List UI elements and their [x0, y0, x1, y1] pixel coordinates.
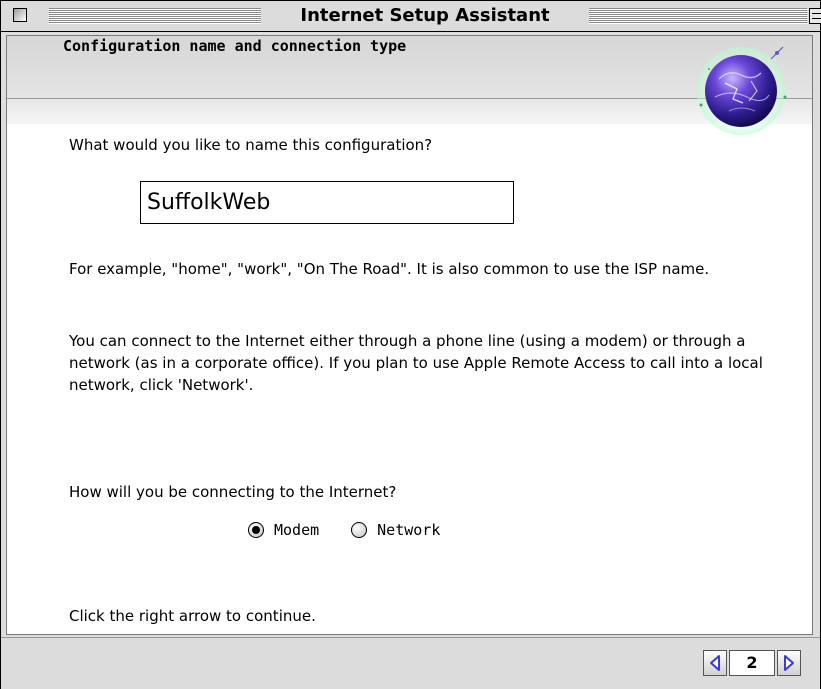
connection-type-radio-group: Modem Network	[248, 521, 472, 539]
continue-instructions: Click the right arrow to continue.	[69, 607, 316, 625]
globe-icon	[697, 46, 787, 135]
collapse-box-icon[interactable]	[809, 8, 821, 24]
example-text: For example, "home", "work", "On The Roa…	[69, 260, 710, 278]
right-arrow-icon	[784, 655, 794, 671]
title-bar[interactable]: Internet Setup Assistant	[1, 1, 821, 32]
page-heading: Configuration name and connection type	[63, 37, 407, 55]
network-radio[interactable]: Network	[351, 521, 440, 539]
title-bar-stripes	[49, 8, 261, 24]
left-arrow-icon	[710, 655, 720, 671]
name-question: What would you like to name this configu…	[69, 136, 433, 154]
connection-info-text: You can connect to the Internet either t…	[69, 332, 763, 394]
next-page-button[interactable]	[777, 650, 801, 676]
close-box-icon[interactable]	[13, 8, 27, 22]
radio-button-icon[interactable]	[248, 522, 264, 538]
configuration-name-field[interactable]: SuffolkWeb	[140, 181, 514, 224]
page-number: 2	[729, 650, 775, 676]
title-bar-stripes	[589, 8, 807, 24]
connection-question: How will you be connecting to the Intern…	[69, 483, 397, 501]
navigation-bar: 2	[1, 637, 820, 689]
modem-radio-label[interactable]: Modem	[274, 521, 319, 539]
assistant-window: Internet Setup Assistant Configuration n…	[0, 0, 821, 689]
window-title: Internet Setup Assistant	[261, 3, 589, 29]
previous-page-button[interactable]	[703, 650, 727, 676]
modem-radio[interactable]: Modem	[248, 521, 319, 539]
network-radio-label[interactable]: Network	[377, 521, 440, 539]
radio-button-icon[interactable]	[351, 522, 368, 538]
